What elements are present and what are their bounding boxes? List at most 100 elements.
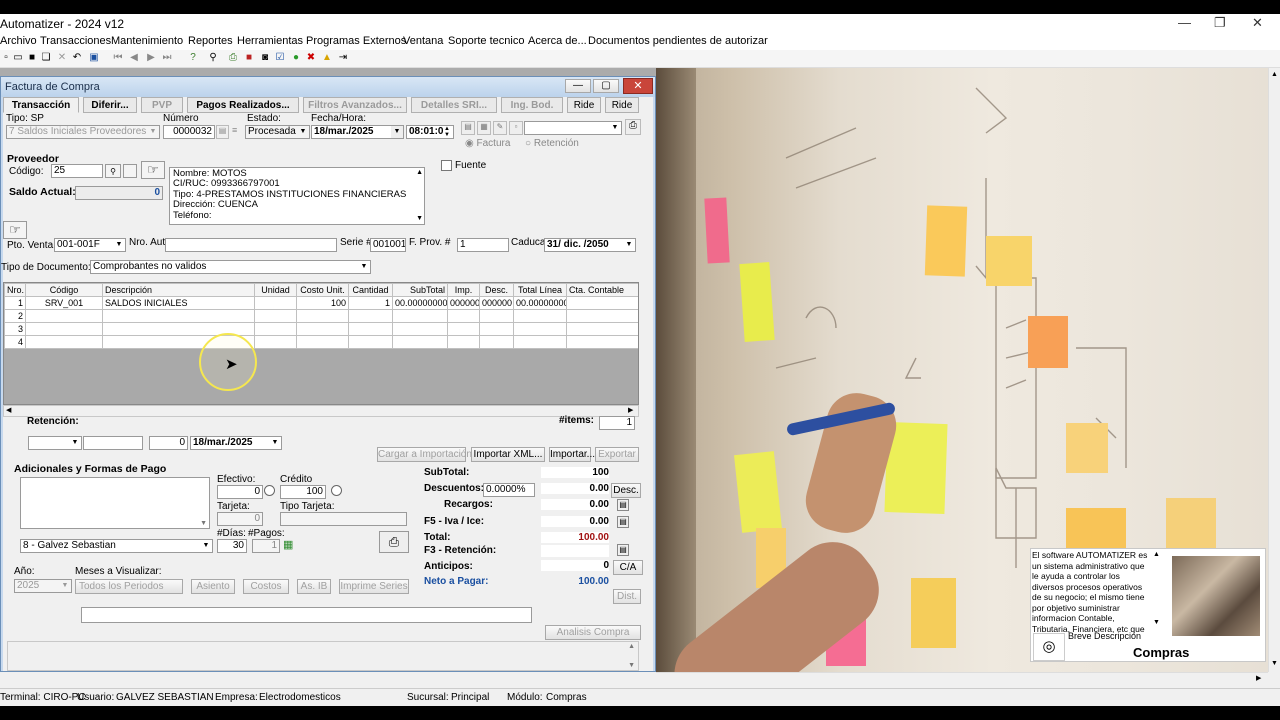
minimize-icon[interactable]: —	[1178, 15, 1191, 30]
tipo-documento-select[interactable]: Comprobantes no validos ▼	[90, 260, 371, 274]
iva-edit-icon[interactable]: ▤	[617, 516, 629, 528]
scroll-right-icon[interactable]: ▶	[1256, 674, 1261, 682]
print-icon[interactable]: ▣	[88, 52, 100, 64]
printer-icon[interactable]: ⎙	[227, 52, 239, 64]
dist-button[interactable]: Dist.	[613, 589, 641, 604]
tab-detalles-sri[interactable]: Detalles SRI...	[411, 97, 497, 113]
page-icon[interactable]: ▫	[509, 121, 523, 135]
menu-reportes[interactable]: Reportes	[188, 35, 233, 47]
help-icon[interactable]: ◎	[1033, 633, 1065, 661]
tab-transaccion[interactable]: Transacción	[3, 97, 79, 113]
open-icon[interactable]: ▭	[12, 52, 24, 64]
tarjeta-field[interactable]: 0	[217, 512, 263, 526]
anio-select[interactable]: 2025 ▼	[14, 579, 72, 593]
cell-unidad[interactable]	[254, 296, 297, 310]
warning-icon[interactable]: ▲	[321, 52, 333, 64]
doc-icon[interactable]: ▤	[461, 121, 475, 135]
tipo-tarjeta-field[interactable]	[280, 512, 407, 526]
cash-register-icon[interactable]: ⎙	[379, 531, 409, 553]
cell-cantidad[interactable]: 1	[348, 296, 393, 310]
col-cantidad[interactable]: Cantidad	[348, 283, 393, 297]
menu-mantenimiento[interactable]: Mantenimiento	[111, 35, 183, 47]
tab-ride-1[interactable]: Ride	[567, 97, 601, 113]
grid-horizontal-scrollbar[interactable]: ◀ ▶	[3, 405, 639, 417]
last-record-icon[interactable]: ⏭	[161, 52, 173, 64]
first-record-icon[interactable]: ⏮	[112, 52, 124, 64]
col-codigo[interactable]: Código	[25, 283, 103, 297]
col-descripcion[interactable]: Descripción	[102, 283, 255, 297]
caduca-picker[interactable]: 31/ dic. /2050 ▼	[544, 238, 636, 252]
fuente-checkbox[interactable]	[441, 160, 452, 171]
cell-costo-unit[interactable]: 100	[296, 296, 349, 310]
prev-record-icon[interactable]: ◀	[128, 52, 140, 64]
clear-code-button[interactable]	[123, 164, 137, 178]
col-subtotal[interactable]: SubTotal	[392, 283, 448, 297]
scroll-down-icon[interactable]: ▼	[628, 662, 635, 669]
estado-select[interactable]: Procesada ▼	[245, 125, 310, 139]
cancel-icon[interactable]: ✖	[305, 52, 317, 64]
scroll-right-icon[interactable]: ▶	[628, 406, 633, 414]
menu-documentos-pendientes[interactable]: Documentos pendientes de autorizar	[588, 35, 768, 47]
hand-pointer-icon[interactable]: ☞	[141, 161, 165, 179]
info-scroll-down-icon[interactable]: ▼	[416, 214, 423, 224]
cell-descripcion[interactable]: SALDOS INICIALES	[102, 296, 255, 310]
efectivo-radio[interactable]	[264, 485, 275, 496]
undo-icon[interactable]: ↶	[71, 52, 83, 64]
cargar-importacion-button[interactable]: Cargar a Importación	[377, 447, 472, 462]
efectivo-field[interactable]: 0	[217, 485, 263, 499]
info-scroll-up-icon[interactable]: ▲	[1153, 551, 1160, 558]
retencion-fecha-picker[interactable]: 18/mar./2025 ▼	[190, 436, 282, 450]
window-close-button[interactable]: ✕	[623, 78, 653, 94]
exportar-button[interactable]: Exportar	[595, 447, 639, 462]
codigo-field[interactable]: 25	[51, 164, 103, 178]
check-icon[interactable]: ☑	[274, 52, 286, 64]
radio-retencion[interactable]: ○ Retención	[525, 138, 579, 149]
menu-transacciones[interactable]: Transacciones	[40, 35, 111, 47]
tab-ride-2[interactable]: Ride	[605, 97, 639, 113]
help-icon[interactable]: ?	[187, 52, 199, 64]
adicionales-textarea[interactable]: ▼	[20, 477, 210, 529]
menu-soporte-tecnico[interactable]: Soporte tecnico	[448, 35, 524, 47]
desc-button[interactable]: Desc.	[611, 483, 641, 498]
retencion-select[interactable]: ▼	[28, 436, 82, 450]
col-total-linea[interactable]: Total Línea	[513, 283, 567, 297]
window-maximize-button[interactable]: ▢	[593, 79, 619, 93]
desktop-vertical-scrollbar[interactable]: ▲ ▼	[1268, 68, 1280, 672]
credito-radio[interactable]	[331, 485, 342, 496]
scroll-down-icon[interactable]: ▼	[1271, 660, 1278, 667]
exit-icon[interactable]: ⇥	[337, 52, 349, 64]
calculator-icon[interactable]: ▦	[283, 538, 297, 552]
vendedor-select[interactable]: 8 - Galvez Sebastian ▼	[20, 539, 213, 553]
save-icon[interactable]: ■	[26, 52, 38, 64]
table-row[interactable]: 1 SRV_001 SALDOS INICIALES 100 1 00.0000…	[4, 296, 638, 310]
importar-button[interactable]: Importar...	[549, 447, 595, 462]
costos-button[interactable]: Costos	[243, 579, 289, 594]
menu-archivo[interactable]: Archivo	[0, 35, 37, 47]
retencion-edit-icon[interactable]: ▤	[617, 544, 629, 556]
hand-pointer-icon[interactable]: ☞	[3, 221, 27, 239]
pto-venta-select[interactable]: 001-001F ▼	[54, 238, 126, 252]
cell-codigo[interactable]: SRV_001	[25, 296, 103, 310]
print-button-icon[interactable]: ⎙	[625, 119, 641, 135]
credito-field[interactable]: 100	[280, 485, 326, 499]
menu-ventana[interactable]: Ventana	[403, 35, 443, 47]
table-row[interactable]: 4	[4, 335, 638, 349]
col-imp[interactable]: Imp.	[447, 283, 480, 297]
notes-area[interactable]: ▲ ▼	[7, 641, 639, 671]
search-icon[interactable]: ⚲	[105, 164, 121, 178]
info-scroll-down-icon[interactable]: ▼	[1153, 619, 1160, 626]
descuentos-pct-field[interactable]: 0.0000%	[483, 483, 535, 497]
binoculars-icon[interactable]: ⚲	[207, 52, 219, 64]
col-cta-contable[interactable]: Cta. Contable	[566, 283, 638, 297]
ca-button[interactable]: C/A	[613, 560, 643, 575]
menu-programas-externos[interactable]: Programas Externos	[306, 35, 406, 47]
scroll-up-icon[interactable]: ▲	[1271, 71, 1278, 78]
asiento-button[interactable]: Asiento	[191, 579, 235, 594]
imprime-series-button[interactable]: Imprime Series	[339, 579, 409, 594]
col-unidad[interactable]: Unidad	[254, 283, 297, 297]
scroll-down-icon[interactable]: ▼	[200, 520, 207, 527]
scroll-left-icon[interactable]: ◀	[6, 406, 11, 414]
camera-icon[interactable]: ◙	[259, 52, 271, 64]
tab-pagos-realizados[interactable]: Pagos Realizados...	[187, 97, 299, 113]
grid-icon[interactable]: ▦	[477, 121, 491, 135]
